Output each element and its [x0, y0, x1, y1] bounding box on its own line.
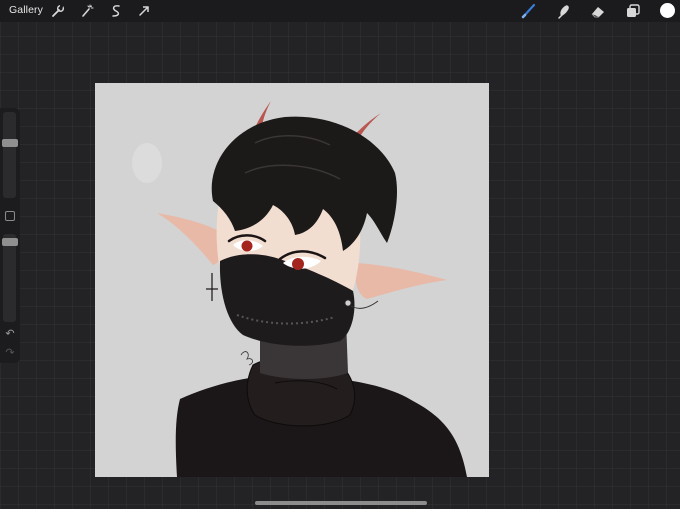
transform-arrow-icon[interactable]: [136, 3, 152, 19]
background-smudge: [132, 143, 162, 183]
drawing-canvas[interactable]: [95, 83, 489, 477]
character-illustration: [132, 101, 467, 477]
brush-size-slider[interactable]: [3, 112, 16, 198]
left-eye-iris: [241, 240, 253, 252]
opacity-handle[interactable]: [2, 238, 18, 246]
brush-icon[interactable]: [521, 3, 537, 19]
gallery-button[interactable]: Gallery: [9, 4, 43, 16]
left-sidebar: ↶ ↷: [0, 108, 20, 363]
home-indicator[interactable]: [255, 501, 427, 505]
smudge-icon[interactable]: [556, 3, 572, 19]
eraser-icon[interactable]: [590, 3, 606, 19]
right-eye-iris: [292, 258, 304, 270]
magic-wand-icon[interactable]: [79, 3, 95, 19]
brush-size-handle[interactable]: [2, 139, 18, 148]
selection-icon[interactable]: [108, 3, 124, 19]
opacity-slider[interactable]: [3, 234, 16, 322]
right-elf-ear: [355, 263, 447, 299]
modify-button[interactable]: [5, 211, 15, 221]
left-elf-ear: [157, 213, 225, 265]
artist-signature: [240, 351, 253, 366]
undo-icon[interactable]: ↶: [3, 328, 17, 340]
ear-chain-right: [350, 300, 379, 309]
top-toolbar: Gallery: [0, 0, 680, 22]
color-picker-swatch[interactable]: [660, 3, 675, 18]
redo-icon[interactable]: ↷: [3, 347, 17, 359]
layers-icon[interactable]: [625, 3, 641, 19]
wrench-icon[interactable]: [50, 3, 66, 19]
ear-stud-right: [344, 299, 352, 307]
